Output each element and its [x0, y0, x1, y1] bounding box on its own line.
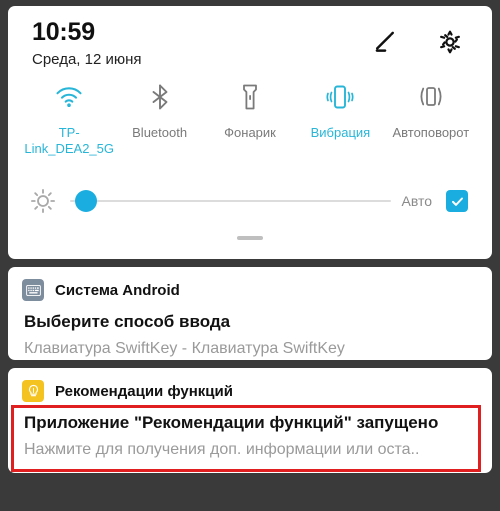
tile-vibration[interactable]: Вибрация — [295, 80, 385, 141]
tile-label-bluetooth: Bluetooth — [132, 125, 188, 140]
notification-title: Приложение "Рекомендации функций" запуще… — [24, 413, 439, 432]
auto-brightness-checkbox[interactable] — [446, 190, 468, 212]
brightness-slider[interactable] — [70, 190, 392, 212]
clock-date: Среда, 12 июня — [32, 51, 142, 68]
wifi-icon — [50, 80, 88, 114]
expand-handle[interactable] — [237, 236, 263, 240]
tile-bluetooth[interactable]: Bluetooth — [114, 80, 204, 141]
notification-header: Система Android — [22, 279, 478, 301]
notification-app-name: Система Android — [55, 281, 180, 299]
flashlight-icon — [231, 80, 269, 114]
brightness-slider-thumb[interactable] — [75, 190, 97, 212]
quick-settings-tiles: TP-Link_DEA2_5G Bluetooth Фонарик Вибрац… — [8, 74, 492, 170]
brightness-slider-track — [70, 200, 392, 202]
notification-body: Клавиатура SwiftKey - Клавиатура SwiftKe… — [24, 339, 345, 357]
tile-flashlight[interactable]: Фонарик — [205, 80, 295, 141]
lightbulb-icon — [22, 380, 44, 402]
expand-handle-area[interactable] — [8, 222, 492, 254]
notification-header: Рекомендации функций — [22, 380, 478, 402]
brightness-sun-icon — [31, 189, 55, 213]
auto-brightness-label: Авто — [401, 193, 432, 209]
tile-label-flashlight: Фонарик — [224, 125, 276, 140]
brightness-row: Авто — [8, 170, 492, 222]
quick-settings-card: 10:59 Среда, 12 июня TP-Link_DEA2_5G Blu… — [8, 6, 492, 259]
gear-icon[interactable] — [436, 28, 464, 56]
bluetooth-icon — [141, 80, 179, 114]
pencil-icon[interactable] — [372, 28, 400, 56]
clock-block: 10:59 Среда, 12 июня — [32, 18, 142, 68]
notification-body: Нажмите для получения доп. информации ил… — [24, 440, 420, 458]
auto-rotate-icon — [412, 80, 450, 114]
keyboard-icon — [22, 279, 44, 301]
notification-title: Выберите способ ввода — [24, 312, 231, 331]
shade-header: 10:59 Среда, 12 июня — [8, 6, 492, 74]
clock-time: 10:59 — [32, 18, 95, 46]
check-icon — [451, 197, 463, 206]
notification-app-name: Рекомендации функций — [55, 382, 233, 400]
tile-label-vibration: Вибрация — [310, 125, 371, 140]
tile-auto-rotate[interactable]: Автоповорот — [386, 80, 476, 141]
notification-feature-suggestions[interactable]: Рекомендации функций Приложение "Рекомен… — [8, 368, 492, 473]
notification-android-system[interactable]: Система Android Выберите способ ввода Кл… — [8, 267, 492, 360]
notification-content: Выберите способ ввода Клавиатура SwiftKe… — [22, 311, 478, 360]
tile-wifi[interactable]: TP-Link_DEA2_5G — [24, 80, 114, 158]
vibration-icon — [321, 80, 359, 114]
header-icon-group — [372, 20, 468, 56]
tile-label-auto-rotate: Автоповорот — [392, 125, 470, 140]
tile-label-wifi: TP-Link_DEA2_5G — [24, 125, 115, 157]
notification-content: Приложение "Рекомендации функций" запуще… — [22, 412, 478, 461]
notification-shade: 10:59 Среда, 12 июня TP-Link_DEA2_5G Blu… — [0, 0, 500, 511]
